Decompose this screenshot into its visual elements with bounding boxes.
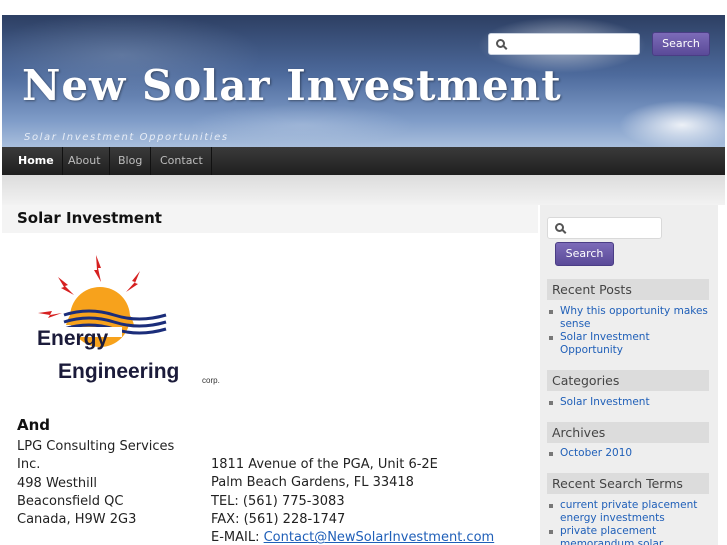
archive-link[interactable]: October 2010 xyxy=(549,447,711,460)
address-line: LPG Consulting Services xyxy=(17,439,175,454)
address-line: Beaconsfield QC xyxy=(17,493,124,509)
category-link[interactable]: Solar Investment xyxy=(549,396,711,409)
search-term-link[interactable]: current private placement energy investm… xyxy=(549,499,711,525)
sidebar-search-input[interactable] xyxy=(547,217,662,239)
recent-posts-list: Why this opportunity makes sense Solar I… xyxy=(549,305,711,357)
address-line: Palm Beach Gardens, FL 33418 xyxy=(211,475,414,491)
archives-title: Archives xyxy=(547,422,709,443)
header-search-button[interactable]: Search xyxy=(652,32,710,56)
recent-post-link[interactable]: Why this opportunity makes sense xyxy=(549,305,711,331)
nav-shadow xyxy=(2,175,725,205)
recent-post-link[interactable]: Solar Investment Opportunity xyxy=(549,331,711,357)
search-term-link[interactable]: private placement memorandum solar xyxy=(549,525,711,545)
email-label: E-MAIL: xyxy=(211,530,264,545)
header-search-input[interactable] xyxy=(488,33,640,55)
logo-corp-text: corp. xyxy=(202,376,220,385)
phone-line: TEL: (561) 775-3083 xyxy=(211,493,345,509)
recent-search-title: Recent Search Terms xyxy=(547,473,709,494)
and-heading: And xyxy=(17,416,51,434)
address-line: Canada, H9W 2G3 xyxy=(17,512,137,528)
address-line: Inc. xyxy=(17,457,41,473)
site-header: New Solar Investment Solar Investment Op… xyxy=(2,15,725,147)
categories-title: Categories xyxy=(547,370,709,391)
email-line: E-MAIL: Contact@NewSolarInvestment.com xyxy=(211,529,494,545)
categories-list: Solar Investment xyxy=(549,396,711,409)
address-line: 1811 Avenue of the PGA, Unit 6-2E xyxy=(211,457,438,472)
logo-energy-text: Energy xyxy=(37,327,109,350)
nav-item-blog[interactable]: Blog xyxy=(110,147,152,175)
recent-posts-title: Recent Posts xyxy=(547,279,709,300)
fax-line: FAX: (561) 228-1747 xyxy=(211,511,346,527)
sidebar: Search Recent Posts Why this opportunity… xyxy=(540,205,718,545)
recent-search-list: current private placement energy investm… xyxy=(549,499,711,545)
nav-item-contact[interactable]: Contact xyxy=(152,147,212,175)
archives-list: October 2010 xyxy=(549,447,711,460)
logo-engineering-text: Engineering xyxy=(58,360,180,383)
energy-engineering-logo: Energy Engineering corp. xyxy=(34,255,234,395)
nav-item-about[interactable]: About xyxy=(60,147,110,175)
search-icon xyxy=(555,223,564,232)
search-icon xyxy=(496,39,505,48)
site-tagline: Solar Investment Opportunities xyxy=(24,132,229,143)
address-right: 1811 Avenue of the PGA, Unit 6-2E Palm B… xyxy=(211,456,494,545)
main-nav: Home About Blog Contact xyxy=(2,147,725,175)
sidebar-search-button[interactable]: Search xyxy=(555,242,614,266)
email-link[interactable]: Contact@NewSolarInvestment.com xyxy=(264,530,495,545)
site-title[interactable]: New Solar Investment xyxy=(22,61,562,110)
nav-item-home[interactable]: Home xyxy=(10,147,63,175)
post-title[interactable]: Solar Investment xyxy=(17,209,162,227)
address-line: 498 Westhill xyxy=(17,475,97,491)
address-left: LPG Consulting Services Inc. 498 Westhil… xyxy=(17,438,174,529)
